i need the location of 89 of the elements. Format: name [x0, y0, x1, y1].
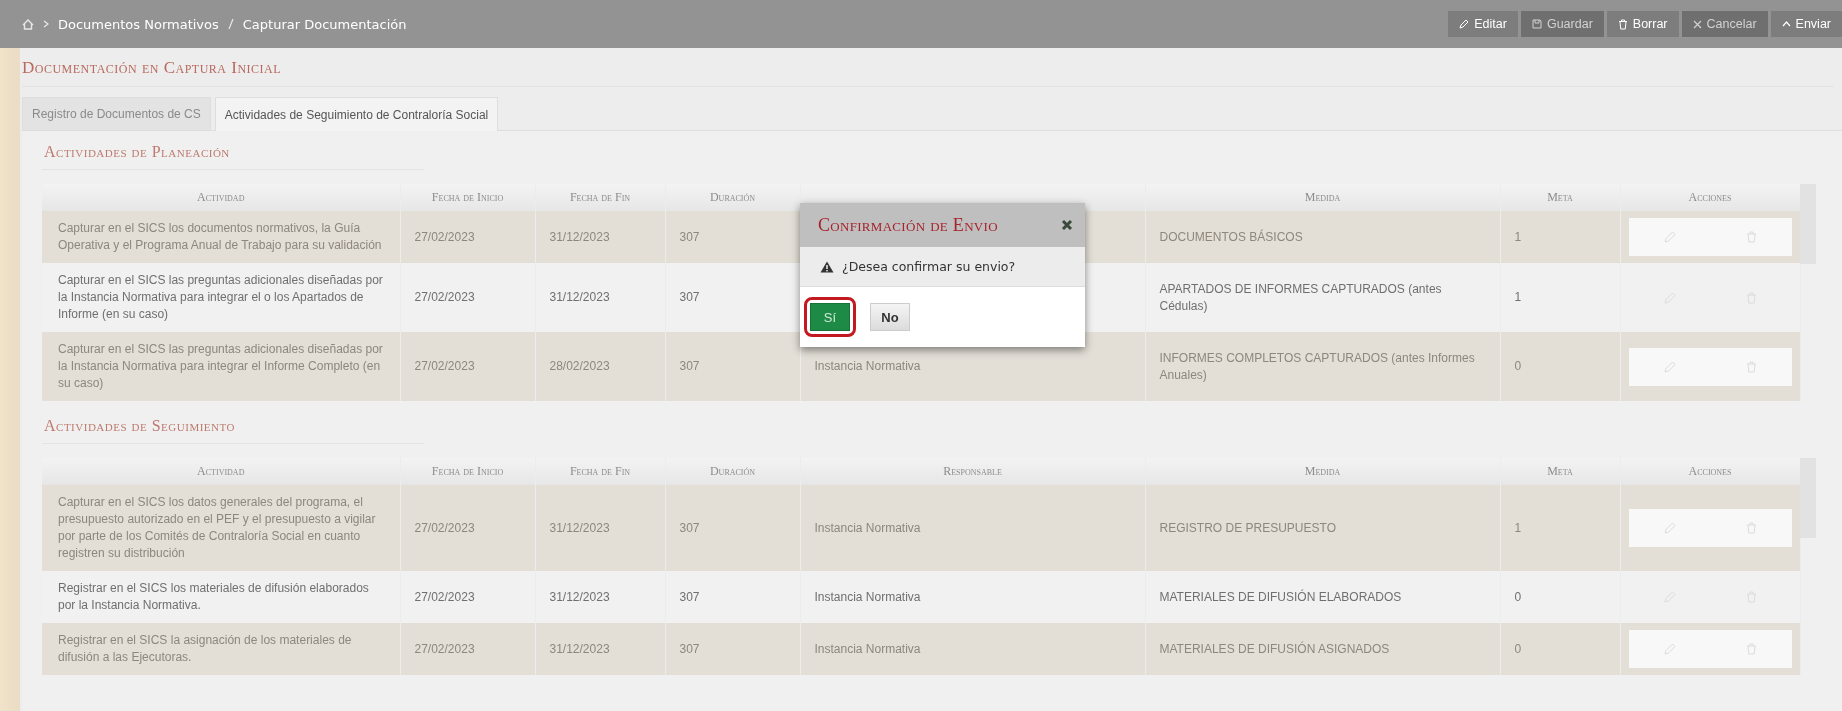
- table-cell: 0: [1514, 359, 1522, 373]
- page-title: Documentación en Captura Inicial: [22, 54, 1834, 87]
- table-cell: 307: [679, 229, 700, 244]
- table-cell: 1: [1514, 520, 1522, 535]
- column-header: Meta: [1547, 464, 1573, 478]
- table-cell: 0: [1514, 641, 1522, 656]
- breadcrumb-link[interactable]: Capturar Documentación: [242, 16, 407, 32]
- table-cell: 307: [679, 359, 700, 373]
- trash-icon: [1617, 18, 1628, 30]
- warning-icon: [820, 260, 834, 273]
- table-cell: 1: [1514, 229, 1522, 244]
- table-cell: 31/12/2023: [549, 641, 610, 656]
- home-icon[interactable]: [22, 18, 34, 30]
- table-cell: Capturar en el SICS las preguntas adicionales diseñadas por la Instancia Normativa para integrar el o los Apartados de Informe (en su caso): [58, 273, 383, 321]
- table-cell: Instancia Normativa: [814, 359, 921, 373]
- column-header: Meta: [1547, 190, 1573, 204]
- column-header: Actividad: [197, 190, 245, 204]
- close-icon[interactable]: [1061, 219, 1073, 231]
- table-cell: 307: [679, 520, 700, 535]
- column-header: Fecha de Fin: [569, 464, 631, 478]
- scrollbar[interactable]: [1800, 184, 1816, 264]
- column-header: Responsable: [943, 464, 1002, 478]
- table-cell: 31/12/2023: [549, 229, 610, 244]
- table-cell: 31/12/2023: [549, 589, 610, 604]
- table-cell: REGISTRO DE PRESUPUESTO: [1159, 520, 1336, 535]
- trash-icon[interactable]: [1745, 643, 1757, 655]
- table-cell: APARTADOS DE INFORMES CAPTURADOS (antes Cédulas): [1159, 281, 1442, 313]
- column-header: Duración: [709, 464, 756, 478]
- table-cell: 1: [1514, 290, 1522, 304]
- table-cell: Capturar en el SICS las preguntas adicionales diseñadas por la Instancia Normativa para integrar el Informe Completo (en su caso): [58, 342, 383, 390]
- cancel-button[interactable]: No: [870, 303, 910, 331]
- pencil-icon[interactable]: [1663, 522, 1676, 534]
- table-cell: 307: [679, 641, 700, 656]
- table-cell: Capturar en el SICS los datos generales del programa, el presupuesto autorizado en el PEF y el presupuesto a vigilar por parte de los Comités de Contraloría Social en cuanto registren su distribución: [58, 495, 376, 560]
- column-header: Duración: [709, 190, 756, 204]
- confirm-button[interactable]: Sí: [810, 303, 850, 331]
- table-cell: 31/12/2023: [549, 520, 610, 535]
- table-cell: Instancia Normativa: [814, 520, 921, 535]
- edit-button[interactable]: Editar: [1448, 11, 1518, 37]
- pencil-icon[interactable]: [1663, 360, 1676, 373]
- dialog-title: Confirmación de Envio: [818, 214, 998, 236]
- pencil-icon: [1459, 19, 1470, 29]
- trash-icon[interactable]: [1745, 231, 1757, 243]
- column-header: Fecha de Fin: [569, 190, 631, 204]
- table-cell: Capturar en el SICS los documentos normativos, la Guía Operativa y el Programa Anual de Trabajo para su validación: [58, 221, 382, 252]
- table-cell: 0: [1514, 589, 1522, 604]
- table-cell: Instancia Normativa: [814, 641, 921, 656]
- table-cell: 307: [679, 290, 700, 304]
- scrollbar[interactable]: [1800, 458, 1816, 538]
- trash-icon[interactable]: [1745, 360, 1757, 373]
- table-cell: 27/02/2023: [414, 229, 475, 244]
- floppy-icon: [1531, 19, 1542, 29]
- column-header: Actividad: [197, 464, 245, 478]
- breadcrumb-link[interactable]: Documentos Normativos: [58, 16, 219, 32]
- pencil-icon[interactable]: [1663, 643, 1676, 655]
- table-cell: 27/02/2023: [414, 359, 475, 373]
- tab[interactable]: Actividades de Seguimiento de Contraloría Social: [214, 97, 499, 131]
- table-cell: DOCUMENTOS BÁSICOS: [1159, 229, 1303, 244]
- table-cell: Registrar en el SICS los materiales de difusión elaborados por la Instancia Normativa.: [58, 581, 369, 612]
- column-header: Medida: [1304, 464, 1341, 478]
- table-cell: MATERIALES DE DIFUSIÓN ELABORADOS: [1159, 589, 1402, 604]
- caret-up-icon: [1781, 21, 1791, 27]
- column-header: Medida: [1304, 190, 1341, 204]
- close-icon: [1692, 19, 1702, 29]
- column-header: Acciones: [1688, 464, 1732, 478]
- pencil-icon[interactable]: [1663, 231, 1676, 243]
- table-cell: 27/02/2023: [414, 641, 475, 656]
- section-heading: Actividades de Planeación: [42, 131, 424, 170]
- table-cell: INFORMES COMPLETOS CAPTURADOS (antes Informes Anuales): [1159, 350, 1475, 382]
- delete-button[interactable]: Borrar: [1606, 11, 1679, 37]
- table-cell: 27/02/2023: [414, 520, 475, 535]
- column-header: Fecha de Inicio: [431, 190, 504, 204]
- table-cell: MATERIALES DE DIFUSIÓN ASIGNADOS: [1159, 641, 1390, 656]
- tab[interactable]: Registro de Documentos de CS: [22, 97, 211, 130]
- chevron-icon: [43, 20, 49, 28]
- column-header: Acciones: [1688, 190, 1732, 204]
- section-heading: Actividades de Seguimiento: [42, 401, 424, 444]
- table-cell: 28/02/2023: [549, 359, 610, 373]
- table-cell: 31/12/2023: [549, 290, 610, 304]
- dialog-message: ¿Desea confirmar su envio?: [842, 259, 1016, 274]
- table-cell: Registrar en el SICS la asignación de los materiales de difusión a las Ejecutoras.: [58, 633, 352, 664]
- trash-icon[interactable]: [1745, 522, 1757, 534]
- table-cell: 307: [679, 589, 700, 604]
- table-cell: Instancia Normativa: [814, 589, 921, 604]
- send-button[interactable]: Enviar: [1770, 11, 1842, 37]
- column-header: Fecha de Inicio: [431, 464, 504, 478]
- table-cell: 27/02/2023: [414, 589, 475, 604]
- slash-icon: [227, 18, 234, 30]
- table-cell: 27/02/2023: [414, 290, 475, 304]
